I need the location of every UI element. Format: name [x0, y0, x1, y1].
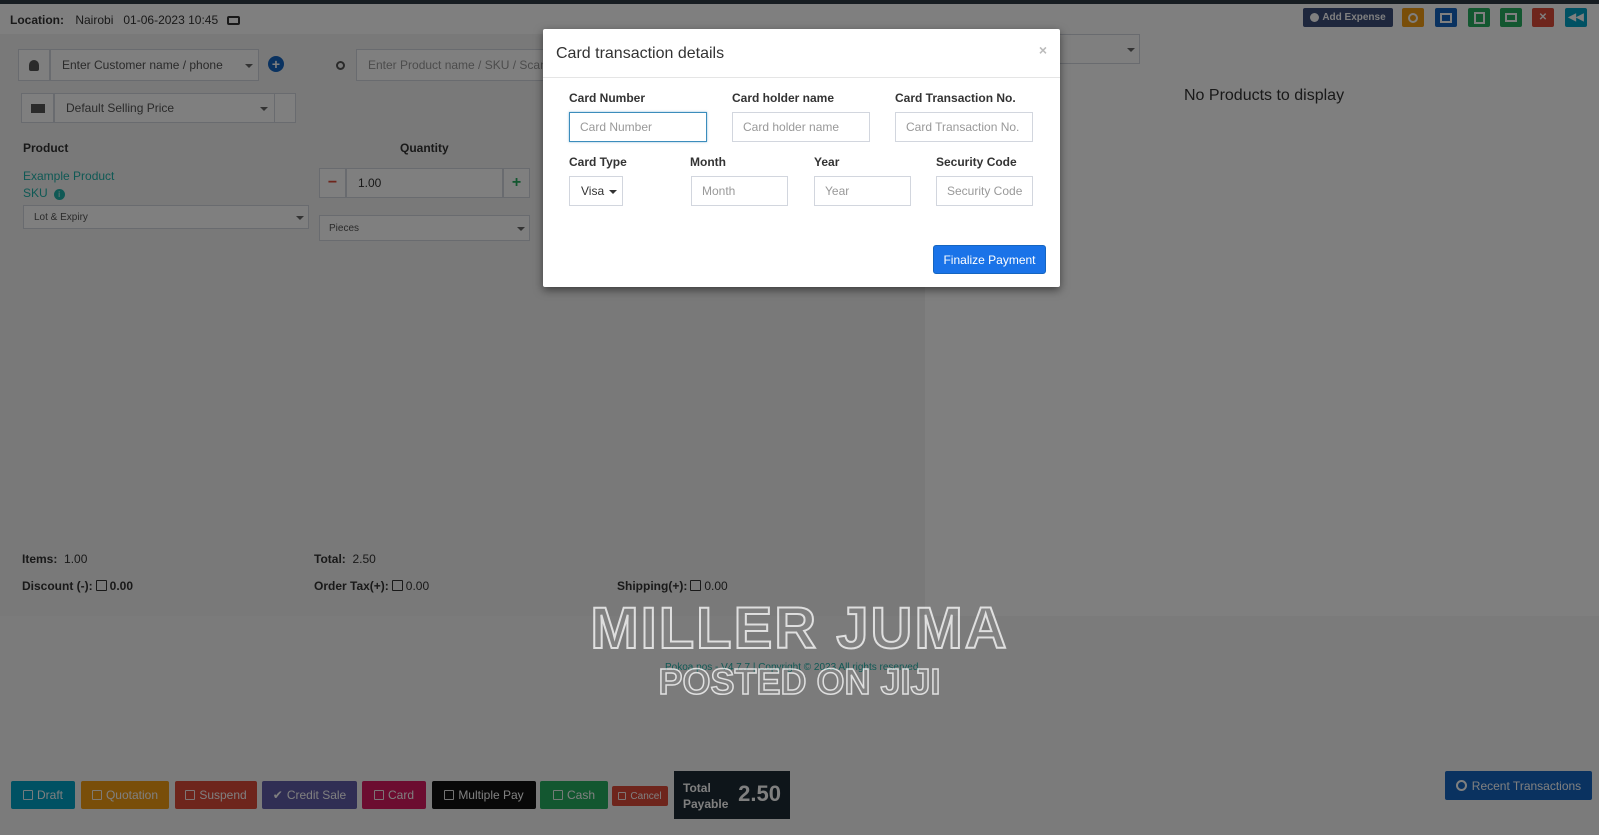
- card-transaction-no-input[interactable]: [895, 112, 1033, 142]
- modal-title: Card transaction details: [556, 45, 725, 62]
- card-number-label: Card Number: [569, 91, 646, 105]
- card-transaction-modal: Card transaction details × Card Number C…: [543, 29, 1060, 287]
- watermark-posted: POSTED ON JIJI: [658, 660, 942, 703]
- card-transaction-no-label: Card Transaction No.: [895, 91, 1016, 105]
- card-holder-input[interactable]: [732, 112, 870, 142]
- finalize-payment-button[interactable]: Finalize Payment: [933, 245, 1046, 274]
- card-type-label: Card Type: [569, 155, 627, 169]
- card-type-value: Visa: [581, 184, 605, 198]
- chevron-down-icon: [609, 190, 617, 194]
- card-number-input[interactable]: [569, 112, 707, 142]
- month-label: Month: [690, 155, 726, 169]
- year-label: Year: [814, 155, 840, 169]
- close-icon[interactable]: ×: [1039, 42, 1047, 58]
- security-code-label: Security Code: [936, 155, 1017, 169]
- card-holder-label: Card holder name: [732, 91, 835, 105]
- card-type-select[interactable]: Visa: [569, 176, 623, 206]
- modal-divider: [543, 77, 1060, 78]
- watermark-name: MILLER JUMA: [589, 595, 1009, 662]
- month-input[interactable]: [691, 176, 788, 206]
- security-code-input[interactable]: [936, 176, 1033, 206]
- year-input[interactable]: [814, 176, 911, 206]
